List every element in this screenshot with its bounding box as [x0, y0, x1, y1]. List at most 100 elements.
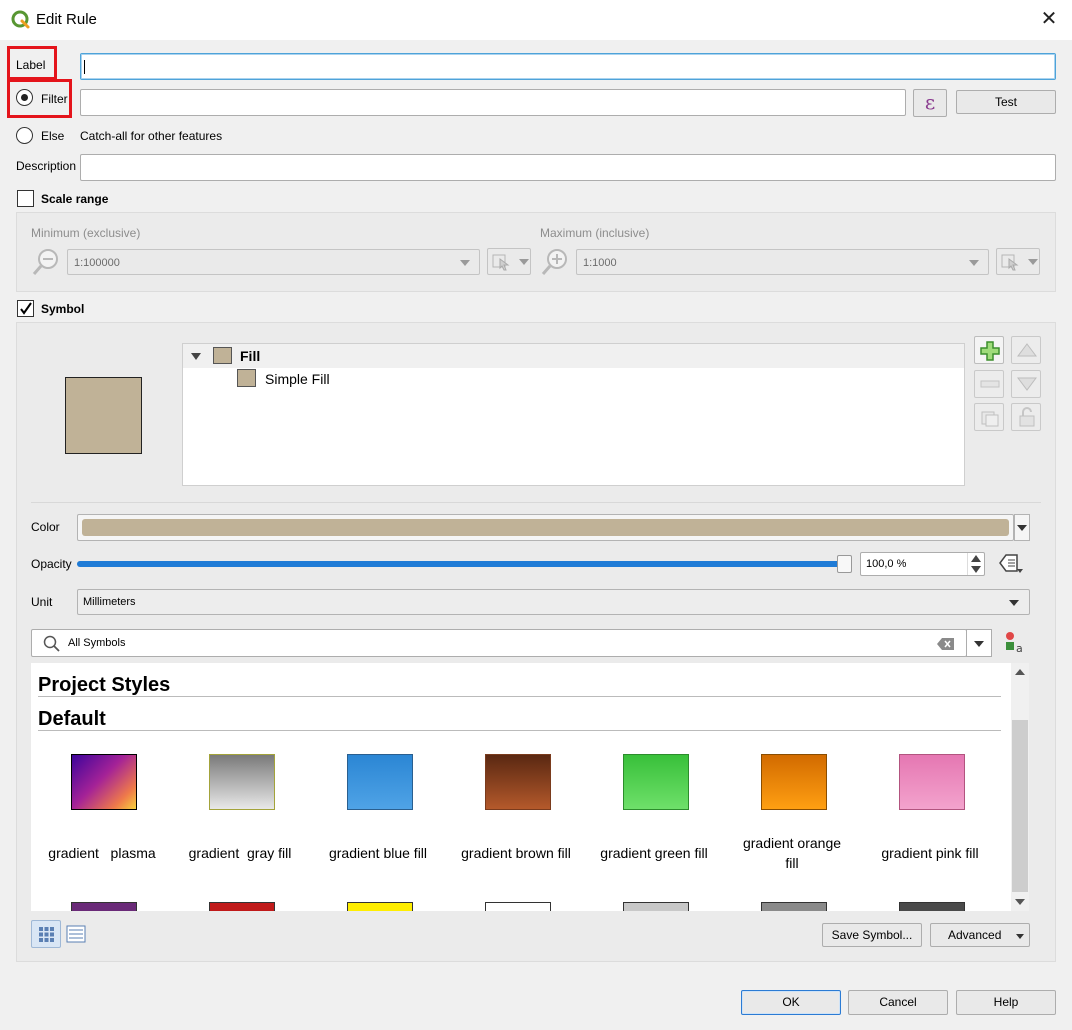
move-layer-down-button[interactable]: [1011, 370, 1041, 398]
symbol-tile[interactable]: [899, 754, 965, 810]
symbol-tile-partial[interactable]: [347, 902, 413, 911]
filter-input[interactable]: [80, 89, 906, 116]
expression-button[interactable]: ε: [913, 89, 947, 117]
tree-row-fill[interactable]: Fill: [183, 344, 964, 368]
text-caret: [84, 60, 85, 74]
close-icon[interactable]: ✕: [1038, 8, 1060, 30]
description-caption: Description: [16, 159, 77, 173]
else-radio[interactable]: [16, 127, 33, 144]
unit-combo[interactable]: Millimeters: [77, 589, 1030, 615]
project-styles-heading: Project Styles: [38, 674, 171, 696]
lock-icon: [1019, 407, 1035, 427]
symbol-tile-label: gradient orange fill: [742, 835, 845, 871]
symbol-tile[interactable]: [485, 754, 551, 810]
zoom-out-icon: [32, 249, 58, 275]
qgis-logo-icon: [11, 10, 30, 29]
zoom-in-icon: [541, 249, 567, 275]
window-title: Edit Rule: [36, 11, 97, 28]
chevron-down-icon: [969, 260, 979, 266]
maximum-scale-from-map-button[interactable]: [996, 248, 1040, 275]
else-caption: Else: [41, 129, 65, 143]
symbol-checkbox[interactable]: [17, 300, 34, 317]
clear-icon[interactable]: [937, 638, 955, 650]
lock-layer-button[interactable]: [1011, 403, 1041, 431]
symbol-search-input[interactable]: All Symbols: [31, 629, 967, 657]
spin-down-icon[interactable]: [971, 566, 981, 573]
spin-up-icon[interactable]: [971, 555, 981, 562]
else-hint: Catch-all for other features: [80, 129, 223, 143]
symbol-title: Symbol: [41, 302, 85, 316]
svg-text:a: a: [1016, 642, 1023, 655]
test-button[interactable]: Test: [956, 90, 1056, 114]
symbol-tile-partial[interactable]: [899, 902, 965, 911]
symbol-search-value: All Symbols: [68, 637, 126, 649]
list-view-icon[interactable]: [66, 925, 86, 943]
section-divider: [38, 730, 1001, 731]
ok-button[interactable]: OK: [741, 990, 841, 1015]
symbol-tile-label: gradient plasma: [48, 845, 156, 861]
chevron-down-icon: [1016, 934, 1024, 939]
filter-radio[interactable]: [16, 89, 33, 106]
symbol-layer-tree[interactable]: Fill Simple Fill: [182, 343, 965, 486]
data-defined-override-icon[interactable]: [997, 553, 1025, 575]
symbol-tile-partial[interactable]: [623, 902, 689, 911]
scale-range-checkbox[interactable]: [17, 190, 34, 207]
help-button[interactable]: Help: [956, 990, 1056, 1015]
save-symbol-button[interactable]: Save Symbol...: [822, 923, 922, 947]
chevron-down-icon: [519, 259, 529, 265]
gallery-scrollbar[interactable]: [1011, 663, 1029, 911]
opacity-spinbox[interactable]: 100,0 %: [860, 552, 985, 576]
chevron-down-icon: [1028, 259, 1038, 265]
collapse-arrow-icon[interactable]: [191, 353, 201, 360]
symbol-tile-label: gradient brown fill: [461, 845, 571, 861]
scroll-down-icon[interactable]: [1015, 899, 1025, 905]
opacity-slider-track[interactable]: [77, 561, 852, 567]
minimum-scale-combo[interactable]: 1:100000: [67, 249, 480, 275]
add-symbol-layer-button[interactable]: [974, 336, 1004, 364]
symbol-tile-label: gradient pink fill: [881, 845, 979, 861]
style-manager-icon[interactable]: a: [1002, 631, 1026, 655]
unit-label: Unit: [31, 595, 53, 609]
symbol-tile[interactable]: [209, 754, 275, 810]
filter-radio-dot: [21, 94, 28, 101]
symbol-tile[interactable]: [347, 754, 413, 810]
map-canvas-cursor-icon: [1001, 254, 1019, 271]
scrollbar-thumb[interactable]: [1012, 720, 1028, 892]
opacity-slider-handle[interactable]: [837, 555, 852, 573]
arrow-down-icon: [1017, 377, 1037, 391]
symbol-tile-partial[interactable]: [71, 902, 137, 911]
divider: [31, 502, 1041, 503]
tree-row-simple-fill[interactable]: Simple Fill: [183, 368, 964, 390]
minimum-scale-from-map-button[interactable]: [487, 248, 531, 275]
symbol-tile-partial[interactable]: [485, 902, 551, 911]
symbol-gallery[interactable]: Project Styles Default gradient plasma gr…: [31, 663, 1011, 911]
map-canvas-cursor-icon: [492, 254, 510, 271]
cancel-button[interactable]: Cancel: [848, 990, 948, 1015]
symbol-tile[interactable]: [623, 754, 689, 810]
color-button[interactable]: [77, 514, 1014, 541]
label-caption: Label: [16, 58, 46, 72]
maximum-scale-value: 1:1000: [583, 257, 617, 269]
advanced-label: Advanced: [948, 928, 1002, 942]
duplicate-layer-button[interactable]: [974, 403, 1004, 431]
symbol-tile-partial[interactable]: [761, 902, 827, 911]
icon-view-button[interactable]: [31, 920, 61, 948]
symbol-tile[interactable]: [761, 754, 827, 810]
move-layer-up-button[interactable]: [1011, 336, 1041, 364]
scroll-up-icon[interactable]: [1015, 669, 1025, 675]
simple-fill-swatch: [237, 369, 256, 387]
maximum-scale-combo[interactable]: 1:1000: [576, 249, 989, 275]
color-dropdown-button[interactable]: [1014, 514, 1030, 541]
symbol-tile-partial[interactable]: [209, 902, 275, 911]
chevron-down-icon: [974, 641, 984, 647]
advanced-button[interactable]: Advanced: [930, 923, 1030, 947]
spinbox-arrows[interactable]: [967, 553, 984, 575]
search-filter-dropdown[interactable]: [966, 629, 992, 657]
grid-icon: [39, 927, 54, 942]
symbol-tile[interactable]: [71, 754, 137, 810]
minus-icon: [980, 380, 1000, 388]
color-label: Color: [31, 520, 60, 534]
label-input[interactable]: [80, 53, 1056, 80]
description-input[interactable]: [80, 154, 1056, 181]
remove-symbol-layer-button[interactable]: [974, 370, 1004, 398]
